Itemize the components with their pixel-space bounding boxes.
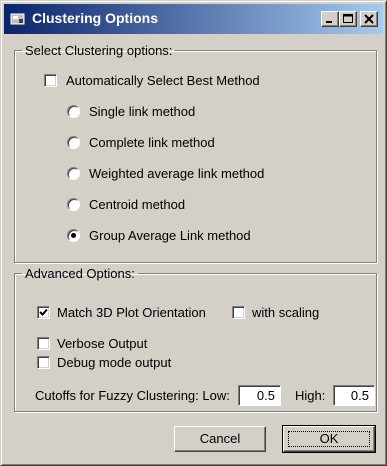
clustering-options-label: Select Clustering options: xyxy=(25,43,173,58)
radio-complete-link[interactable]: Complete link method xyxy=(67,134,347,152)
match-3d-label: Match 3D Plot Orientation xyxy=(57,305,206,320)
checkbox-box[interactable] xyxy=(37,356,50,369)
checkbox-box[interactable] xyxy=(37,337,50,350)
low-cutoff-input[interactable] xyxy=(238,385,281,406)
radio-button[interactable] xyxy=(67,105,80,118)
verbose-output-label: Verbose Output xyxy=(57,336,148,351)
focus-ring xyxy=(288,431,370,447)
method-label: Centroid method xyxy=(89,197,186,212)
ok-button[interactable]: OK xyxy=(282,425,376,453)
auto-select-checkbox[interactable]: Automatically Select Best Method xyxy=(44,72,344,90)
checkbox-box[interactable] xyxy=(44,74,57,87)
high-cutoff-input[interactable] xyxy=(333,385,375,406)
radio-button[interactable] xyxy=(67,229,80,242)
minimize-icon xyxy=(326,21,332,23)
app-icon xyxy=(10,11,26,27)
debug-mode-checkbox[interactable]: Debug mode output xyxy=(37,354,217,372)
advanced-options-label: Advanced Options: xyxy=(25,266,135,281)
checkbox-box[interactable] xyxy=(232,306,245,319)
debug-mode-label: Debug mode output xyxy=(57,355,172,370)
close-button[interactable] xyxy=(360,11,378,27)
checkbox-box[interactable] xyxy=(37,306,50,319)
radio-button[interactable] xyxy=(67,167,80,180)
method-label: Group Average Link method xyxy=(89,228,251,243)
with-scaling-checkbox[interactable]: with scaling xyxy=(232,304,342,322)
radio-button[interactable] xyxy=(67,198,80,211)
verbose-output-checkbox[interactable]: Verbose Output xyxy=(37,335,197,353)
maximize-button[interactable] xyxy=(339,11,357,27)
radio-weighted-average-link[interactable]: Weighted average link method xyxy=(67,165,347,183)
method-label: Complete link method xyxy=(89,135,215,150)
radio-button[interactable] xyxy=(67,136,80,149)
radio-single-link[interactable]: Single link method xyxy=(67,103,347,121)
title-bar[interactable]: Clustering Options xyxy=(4,4,383,34)
fuzzy-cutoff-label: Cutoffs for Fuzzy Clustering: Low: xyxy=(35,388,230,403)
window-title: Clustering Options xyxy=(32,10,158,26)
radio-group-average-link[interactable]: Group Average Link method xyxy=(67,227,347,245)
with-scaling-label: with scaling xyxy=(252,305,320,320)
cancel-button[interactable]: Cancel xyxy=(174,426,266,452)
clustering-options-dialog: Clustering Options Select Clustering opt… xyxy=(0,0,387,466)
high-cutoff-label: High: xyxy=(295,388,326,403)
radio-selected-dot xyxy=(71,233,76,238)
checkmark-icon xyxy=(39,308,48,316)
maximize-icon xyxy=(343,14,353,23)
method-label: Weighted average link method xyxy=(89,166,265,181)
radio-centroid[interactable]: Centroid method xyxy=(67,196,347,214)
method-label: Single link method xyxy=(89,104,196,119)
auto-select-label: Automatically Select Best Method xyxy=(66,73,260,88)
match-3d-orientation-checkbox[interactable]: Match 3D Plot Orientation xyxy=(37,304,227,322)
close-icon xyxy=(364,14,374,24)
minimize-button[interactable] xyxy=(321,11,339,27)
